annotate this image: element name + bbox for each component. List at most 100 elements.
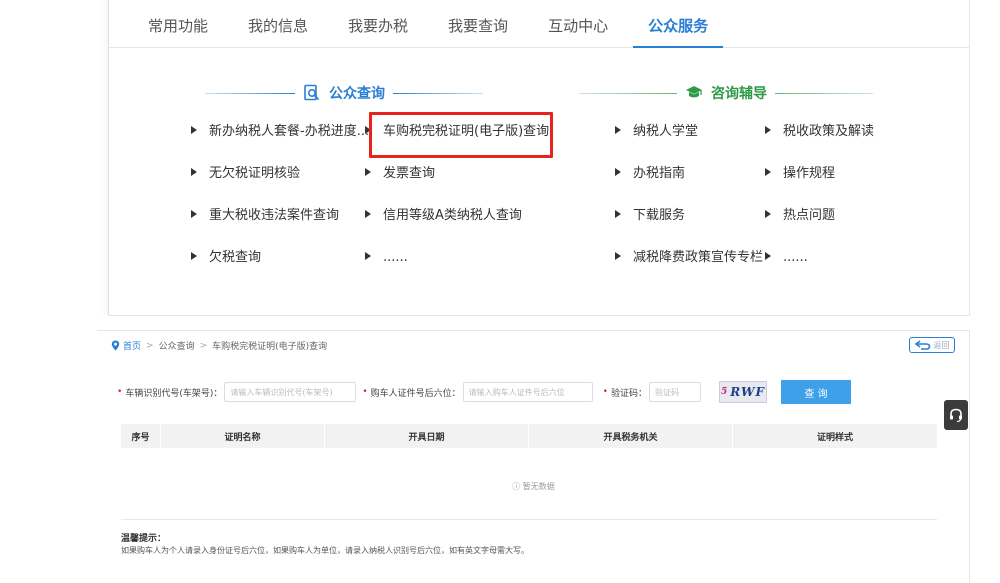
link-label: 欠税查询 bbox=[209, 250, 262, 265]
breadcrumb-separator: > bbox=[199, 340, 208, 351]
tip-body: 如果购车人为个人请录入身份证号后六位，如果购车人为单位，请录入纳税人识别号后六位… bbox=[121, 546, 529, 555]
empty-state: ⓘ 暂无数据 bbox=[97, 481, 970, 492]
public-query-header: 公众查询 bbox=[205, 82, 483, 104]
tab-public-service[interactable]: 公众服务 bbox=[633, 8, 724, 48]
breadcrumb-public-query[interactable]: 公众查询 bbox=[159, 339, 195, 352]
link-label: ...... bbox=[783, 250, 808, 265]
link-label: 下载服务 bbox=[633, 208, 686, 223]
link-label: ...... bbox=[383, 250, 408, 265]
arrow-right-icon bbox=[191, 252, 197, 260]
arrow-right-icon bbox=[191, 210, 197, 218]
arrow-right-icon bbox=[365, 252, 371, 260]
link-credit-a-query[interactable]: 信用等级A类纳税人查询 bbox=[365, 206, 522, 226]
breadcrumb-separator: > bbox=[146, 340, 154, 351]
public-query-title: 公众查询 bbox=[303, 83, 385, 103]
consult-title: 咨询辅导 bbox=[685, 83, 767, 103]
tab-tax-filing[interactable]: 我要办税 bbox=[333, 8, 423, 48]
highlight-box bbox=[369, 112, 553, 158]
main-tabs: 常用功能 我的信息 我要办税 我要查询 互动中心 公众服务 bbox=[109, 8, 970, 48]
captcha-char: 5 bbox=[721, 387, 729, 397]
required-mark: • bbox=[362, 387, 368, 397]
divider-line bbox=[775, 92, 873, 94]
link-label: 税收政策及解读 bbox=[783, 124, 875, 139]
captcha-input[interactable]: 验证码 bbox=[649, 382, 701, 402]
id-label: 购车人证件号后六位： bbox=[370, 388, 461, 399]
vin-label: 车辆识别代号(车架号)： bbox=[125, 388, 223, 399]
arrow-right-icon bbox=[765, 252, 771, 260]
empty-text: 暂无数据 bbox=[522, 482, 555, 491]
location-pin-icon bbox=[111, 340, 120, 351]
link-label: 重大税收违法案件查询 bbox=[209, 208, 340, 223]
arrow-right-icon bbox=[765, 168, 771, 176]
link-label: 减税降费政策宣传专栏 bbox=[633, 250, 764, 265]
link-tax-policy[interactable]: 税收政策及解读 bbox=[765, 122, 874, 142]
breadcrumb: 首页 > 公众查询 > 车购税完税证明(电子版)查询 bbox=[111, 339, 327, 352]
link-label: 纳税人学堂 bbox=[633, 124, 699, 139]
header-cert-name: 证明名称 bbox=[161, 424, 325, 448]
arrow-right-icon bbox=[615, 168, 621, 176]
tab-my-info[interactable]: 我的信息 bbox=[233, 8, 323, 48]
link-label: 办税指南 bbox=[633, 166, 686, 181]
required-mark: • bbox=[602, 387, 608, 397]
public-query-title-text: 公众查询 bbox=[329, 86, 385, 102]
breadcrumb-current: 车购税完税证明(电子版)查询 bbox=[212, 342, 328, 352]
info-icon: ⓘ bbox=[512, 482, 521, 491]
link-hot-topics[interactable]: 热点问题 bbox=[765, 206, 835, 226]
captcha-image[interactable]: 5 RWF bbox=[719, 381, 767, 403]
header-cert-style: 证明样式 bbox=[816, 432, 853, 443]
tip-title: 温馨提示： bbox=[121, 534, 167, 544]
consult-title-text: 咨询辅导 bbox=[711, 86, 767, 102]
divider-line bbox=[579, 92, 677, 94]
arrow-right-icon bbox=[191, 168, 197, 176]
link-label: 新办纳税人套餐-办税进度... bbox=[209, 124, 370, 139]
link-label: 无欠税证明核验 bbox=[209, 166, 301, 181]
customer-service-button[interactable] bbox=[944, 400, 968, 430]
certificate-query-panel: 首页 > 公众查询 > 车购税完税证明(电子版)查询 返回 • 车辆识别代号(车… bbox=[97, 330, 970, 583]
vin-input[interactable]: 请输入车辆识别代号(车架号) bbox=[224, 382, 357, 402]
tab-common[interactable]: 常用功能 bbox=[133, 8, 223, 48]
link-label: 热点问题 bbox=[783, 208, 836, 223]
arrow-right-icon bbox=[365, 168, 371, 176]
link-violation-case-query[interactable]: 重大税收违法案件查询 bbox=[191, 206, 339, 226]
headset-icon bbox=[950, 408, 962, 423]
graduation-cap-icon bbox=[686, 86, 702, 98]
link-more-consult[interactable]: ...... bbox=[765, 248, 808, 268]
link-download[interactable]: 下载服务 bbox=[615, 206, 685, 226]
back-arrow-icon bbox=[914, 340, 930, 350]
required-mark: • bbox=[117, 387, 123, 397]
divider-line bbox=[205, 92, 295, 94]
arrow-right-icon bbox=[191, 126, 197, 134]
divider bbox=[121, 519, 937, 520]
service-panel: 常用功能 我的信息 我要办税 我要查询 互动中心 公众服务 公众查询 咨询辅导 … bbox=[99, 0, 970, 316]
arrow-right-icon bbox=[615, 252, 621, 260]
query-button[interactable]: 查 询 bbox=[781, 380, 851, 404]
tab-interaction[interactable]: 互动中心 bbox=[533, 8, 623, 48]
header-tax-office: 开具税务机关 bbox=[529, 424, 733, 448]
link-taxpayer-school[interactable]: 纳税人学堂 bbox=[615, 122, 698, 142]
link-tax-guide[interactable]: 办税指南 bbox=[615, 164, 685, 184]
captcha-label: 验证码： bbox=[610, 388, 647, 399]
arrow-right-icon bbox=[615, 126, 621, 134]
link-tax-reduction[interactable]: 减税降费政策宣传专栏 bbox=[615, 248, 763, 268]
result-table-header: 序号 证明名称 开具日期 开具税务机关 证明样式 bbox=[121, 424, 937, 448]
link-arrears-query[interactable]: 欠税查询 bbox=[191, 248, 261, 268]
arrow-right-icon bbox=[365, 210, 371, 218]
link-label: 信用等级A类纳税人查询 bbox=[383, 208, 522, 223]
consult-header: 咨询辅导 bbox=[579, 82, 873, 104]
link-label: 操作规程 bbox=[783, 166, 836, 181]
link-new-taxpayer-progress[interactable]: 新办纳税人套餐-办税进度... bbox=[191, 122, 369, 142]
link-more-query[interactable]: ...... bbox=[365, 248, 408, 268]
back-button[interactable]: 返回 bbox=[909, 337, 955, 353]
id-input[interactable]: 请输入购车人证件号后六位 bbox=[462, 382, 593, 402]
link-invoice-query[interactable]: 发票查询 bbox=[365, 164, 435, 184]
breadcrumb-home[interactable]: 首页 bbox=[123, 339, 141, 352]
header-index: 序号 bbox=[121, 424, 161, 448]
tab-query[interactable]: 我要查询 bbox=[433, 8, 523, 48]
query-form: • 车辆识别代号(车架号)： 请输入车辆识别代号(车架号) • 购车人证件号后六… bbox=[117, 380, 851, 404]
divider-line bbox=[393, 92, 483, 94]
arrow-right-icon bbox=[765, 210, 771, 218]
header-issue-date: 开具日期 bbox=[325, 424, 529, 448]
link-procedures[interactable]: 操作规程 bbox=[765, 164, 835, 184]
search-document-icon bbox=[304, 84, 320, 101]
link-no-arrears-verify[interactable]: 无欠税证明核验 bbox=[191, 164, 300, 184]
